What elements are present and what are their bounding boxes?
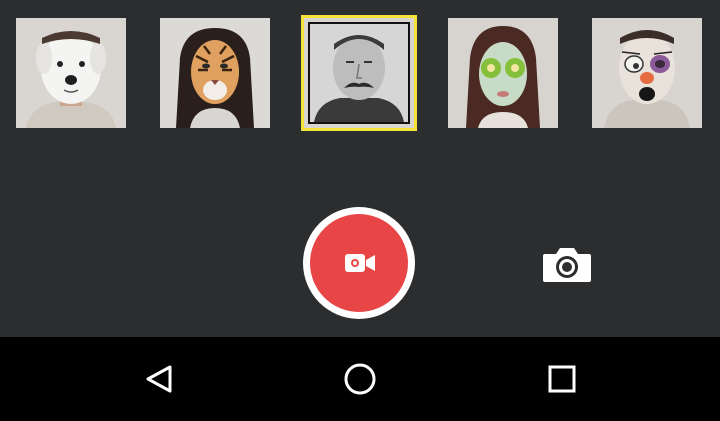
- filter-mustache-man[interactable]: [301, 15, 417, 131]
- back-button[interactable]: [140, 359, 180, 399]
- filter-strip: [0, 0, 720, 145]
- recents-square-icon: [548, 365, 576, 393]
- filter-dog-mask[interactable]: [16, 18, 126, 128]
- tiger-face-icon: [160, 18, 270, 128]
- camera-app: [0, 0, 720, 337]
- clown-face-icon: [592, 18, 702, 128]
- camera-icon: [543, 248, 591, 282]
- home-button[interactable]: [340, 359, 380, 399]
- system-navigation-bar: [0, 337, 720, 421]
- filter-clown-face[interactable]: [592, 18, 702, 128]
- kiwi-face-icon: [448, 18, 558, 128]
- video-camera-icon: [345, 254, 375, 272]
- filter-kiwi-eyes-mask[interactable]: [448, 18, 558, 128]
- take-photo-button[interactable]: [541, 244, 593, 284]
- filter-tiger-mask[interactable]: [160, 18, 270, 128]
- record-video-button[interactable]: [310, 214, 408, 312]
- selected-thumbnail-frame: [308, 22, 410, 124]
- mustache-face-icon: [310, 24, 408, 122]
- back-triangle-icon: [146, 365, 172, 393]
- recents-button[interactable]: [542, 359, 582, 399]
- dog-face-icon: [16, 18, 126, 128]
- home-circle-icon: [344, 363, 376, 395]
